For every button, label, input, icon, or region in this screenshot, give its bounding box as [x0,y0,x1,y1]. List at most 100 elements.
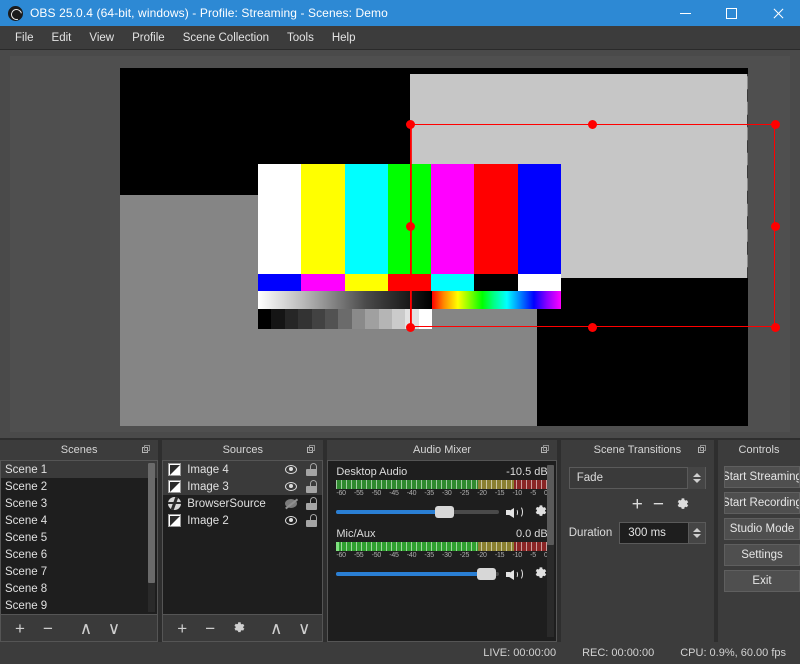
sources-list[interactable]: Image 4 Image 3 BrowserSource Image 2 [162,460,324,615]
chevron-updown-icon[interactable] [687,467,705,489]
step-swatch [298,309,312,329]
undock-icon[interactable] [540,445,550,454]
spinner-icon[interactable] [688,522,706,544]
scene-list-item[interactable]: Scene 6 [1,546,157,563]
source-list-item[interactable]: Image 2 [163,512,322,529]
source-list-item[interactable]: BrowserSource [163,495,322,512]
source-label: Image 3 [187,480,229,493]
scenes-scrollbar[interactable] [148,463,156,612]
meter-tick-labels: -60 -55 -50 -45 -40 -35 -30 -25 -20 -15 … [336,552,547,559]
add-transition-button[interactable]: + [632,495,643,514]
scenes-title-label: Scenes [60,444,98,456]
status-bar: LIVE: 00:00:00 REC: 00:00:00 CPU: 0.9%, … [0,642,800,664]
controls-title-label: Controls [738,444,780,456]
scene-label: Scene 6 [5,548,48,561]
source-list-item[interactable]: Image 3 [163,478,323,495]
visibility-toggle-icon[interactable] [283,480,299,493]
lock-toggle-icon[interactable] [305,497,318,510]
scene-list-item[interactable]: Scene 1 [1,461,158,478]
scenes-list[interactable]: Scene 1 Scene 2 Scene 3 Scene 4 Scene 5 … [0,460,159,615]
tick-label: -35 [424,490,434,497]
menu-item-file[interactable]: File [6,29,43,47]
undock-icon[interactable] [698,445,707,454]
scene-list-item[interactable]: Scene 3 [1,495,157,512]
resize-handle-middle-left[interactable] [405,221,415,231]
start-streaming-button[interactable]: Start Streaming [724,466,800,488]
undock-icon[interactable] [307,445,316,454]
maximize-button[interactable] [708,0,754,26]
obs-main-window: OBS 25.0.4 (64-bit, windows) - Profile: … [0,0,800,664]
move-source-up-button[interactable]: ∧ [263,617,289,640]
scene-list-item[interactable]: Scene 7 [1,563,157,580]
resize-handle-bottom-center[interactable] [587,322,597,332]
remove-source-button[interactable]: − [197,617,223,640]
move-scene-down-button[interactable]: ∨ [101,617,127,640]
resize-handle-top-right[interactable] [770,119,780,129]
channel-name: Desktop Audio [336,466,408,478]
color-bar [344,164,388,274]
resize-handle-bottom-left[interactable] [405,322,415,332]
speaker-icon[interactable] [505,505,525,520]
scenes-dock-title: Scenes [0,440,159,460]
menu-item-edit[interactable]: Edit [43,29,81,47]
menu-item-help[interactable]: Help [323,29,365,47]
volume-slider[interactable] [336,505,499,519]
source-list-item[interactable]: Image 4 [163,461,323,478]
move-source-down-button[interactable]: ∨ [291,617,317,640]
lock-toggle-icon[interactable] [305,514,318,527]
gear-icon[interactable] [532,566,548,582]
resize-handle-top-left[interactable] [405,119,415,129]
menu-item-view[interactable]: View [80,29,123,47]
scene-list-item[interactable]: Scene 4 [1,512,157,529]
resize-handle-top-center[interactable] [587,119,597,129]
step-swatch [311,309,325,329]
settings-button[interactable]: Settings [724,544,800,566]
resize-handle-bottom-right[interactable] [770,322,780,332]
visibility-toggle-icon[interactable] [283,463,299,476]
remove-transition-button[interactable]: − [653,495,664,514]
color-bar [517,164,561,274]
maximize-icon [725,7,737,19]
scene-list-item[interactable]: Scene 2 [1,478,157,495]
duration-input[interactable]: 300 ms [619,522,706,544]
source-properties-button[interactable] [225,617,251,640]
sources-toolbar: + − ∧ ∨ [162,615,324,642]
close-button[interactable] [754,0,800,26]
tick-label: -60 [336,490,346,497]
lock-toggle-icon[interactable] [305,463,318,476]
menu-item-tools[interactable]: Tools [278,29,323,47]
move-scene-up-button[interactable]: ∧ [73,617,99,640]
menu-item-profile[interactable]: Profile [123,29,174,47]
start-recording-button[interactable]: Start Recording [724,492,800,514]
preview-canvas[interactable] [10,56,790,432]
transition-select[interactable]: Fade [568,467,706,489]
speaker-icon[interactable] [505,567,525,582]
channel-controls [336,566,547,582]
step-swatch [365,309,379,329]
step-swatch [284,309,299,329]
gear-icon[interactable] [532,504,548,520]
exit-button[interactable]: Exit [724,570,800,592]
volume-slider[interactable] [336,567,499,581]
mixer-scrollbar-thumb[interactable] [546,465,554,545]
minimize-button[interactable] [662,0,708,26]
resize-handle-middle-right[interactable] [770,221,780,231]
scene-list-item[interactable]: Scene 8 [1,580,157,597]
image-icon [168,463,182,476]
mixer-scrollbar[interactable] [546,465,554,637]
lock-toggle-icon[interactable] [305,480,318,493]
undock-icon[interactable] [142,445,151,454]
visibility-toggle-icon[interactable] [283,514,299,527]
scenes-scrollbar-thumb[interactable] [148,463,156,583]
color-bar [517,274,561,291]
studio-mode-button[interactable]: Studio Mode [724,518,800,540]
gear-icon[interactable] [674,497,690,513]
remove-scene-button[interactable]: − [35,617,61,640]
add-scene-button[interactable]: + [7,617,33,640]
visibility-toggle-icon[interactable] [283,497,299,510]
add-source-button[interactable]: + [169,617,195,640]
controls-dock-title: Controls [718,440,800,460]
scene-list-item[interactable]: Scene 9 [1,597,157,614]
menu-item-scene-collection[interactable]: Scene Collection [174,29,278,47]
scene-list-item[interactable]: Scene 5 [1,529,157,546]
